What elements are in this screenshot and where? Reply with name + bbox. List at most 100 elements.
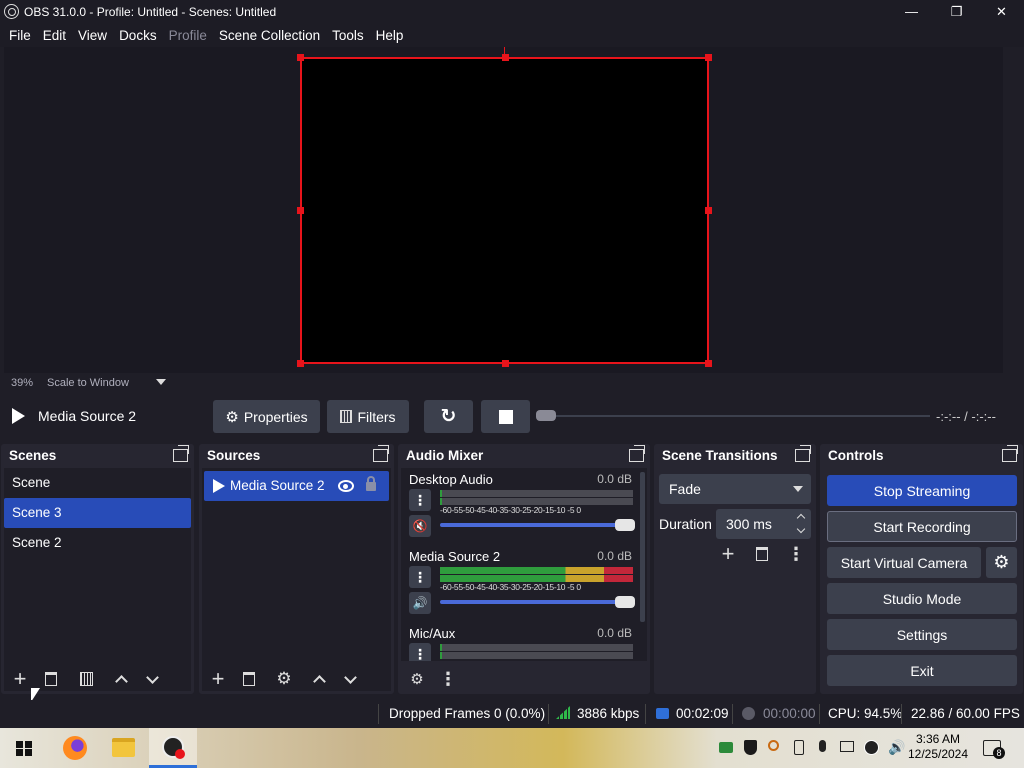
settings-button[interactable]: Settings: [827, 619, 1017, 650]
meter-scale: -60-55-50-45-40-35-30-25-20-15-10 -5 0: [440, 582, 581, 592]
remove-source-button[interactable]: [234, 666, 264, 692]
mixer-menu-button[interactable]: ⋮: [433, 666, 463, 692]
spin-down-icon[interactable]: [796, 524, 806, 534]
obs-tray-icon[interactable]: [864, 740, 879, 755]
sources-toolbar: + ⚙: [199, 664, 394, 694]
start-recording-button[interactable]: Start Recording: [827, 511, 1017, 542]
file-explorer-icon[interactable]: [112, 738, 135, 757]
properties-button[interactable]: ⚙ Properties: [213, 400, 320, 433]
exit-button[interactable]: Exit: [827, 655, 1017, 686]
fader-knob[interactable]: [615, 519, 635, 531]
menu-tools[interactable]: Tools: [326, 28, 370, 43]
studio-mode-button[interactable]: Studio Mode: [827, 583, 1017, 614]
microphone-icon[interactable]: [819, 740, 826, 752]
menu-view[interactable]: View: [72, 28, 113, 43]
media-seek-slider[interactable]: [536, 410, 930, 421]
resize-handle-top-left[interactable]: [297, 54, 304, 61]
menu-edit[interactable]: Edit: [37, 28, 72, 43]
advanced-audio-button[interactable]: ⚙: [402, 666, 432, 692]
undock-icon[interactable]: [629, 444, 645, 462]
move-source-down-button[interactable]: [335, 666, 365, 692]
start-virtual-camera-button[interactable]: Start Virtual Camera: [827, 547, 981, 578]
add-source-button[interactable]: +: [203, 666, 233, 692]
resize-handle-top-right[interactable]: [705, 54, 712, 61]
close-button[interactable]: ✕: [979, 0, 1024, 23]
stop-media-button[interactable]: [481, 400, 530, 433]
resize-handle-bottom-right[interactable]: [705, 360, 712, 367]
display-icon[interactable]: [840, 741, 854, 752]
menu-help[interactable]: Help: [370, 28, 410, 43]
resize-handle-right[interactable]: [705, 207, 712, 214]
scene-filters-button[interactable]: [71, 666, 101, 692]
channel-name: Media Source 2: [409, 549, 501, 564]
remove-transition-button[interactable]: [747, 541, 777, 567]
volume-meter: [440, 490, 633, 497]
menu-docks[interactable]: Docks: [113, 28, 163, 43]
transition-menu-button[interactable]: ⋮: [781, 541, 811, 567]
menu-scene-collection[interactable]: Scene Collection: [213, 28, 326, 43]
recording-badge-icon: [175, 749, 185, 759]
channel-menu-button[interactable]: ⋮: [409, 489, 431, 511]
scale-mode-select[interactable]: Scale to Window: [47, 377, 129, 389]
resize-handle-bottom-left[interactable]: [297, 360, 304, 367]
undock-icon[interactable]: [373, 444, 389, 462]
resize-handle-left[interactable]: [297, 207, 304, 214]
undock-icon[interactable]: [173, 444, 189, 462]
preview-canvas[interactable]: [297, 54, 712, 367]
move-scene-down-button[interactable]: [137, 666, 167, 692]
play-icon[interactable]: [12, 408, 25, 424]
restore-button[interactable]: ❐: [934, 0, 979, 23]
resize-handle-bottom[interactable]: [502, 360, 509, 367]
undock-icon[interactable]: [795, 444, 811, 462]
shield-icon[interactable]: [744, 740, 757, 755]
eye-icon[interactable]: [338, 480, 354, 492]
add-transition-button[interactable]: +: [713, 541, 743, 567]
transitions-header: Scene Transitions: [654, 444, 816, 466]
obs-taskbar-button[interactable]: [149, 728, 197, 768]
clock[interactable]: 3:36 AM 12/25/2024: [905, 732, 971, 762]
volume-fader[interactable]: [440, 596, 635, 608]
volume-fader[interactable]: [440, 519, 635, 531]
network-icon[interactable]: [719, 742, 733, 753]
channel-volume-db: 0.0 dB: [597, 626, 632, 640]
undock-icon[interactable]: [1002, 444, 1018, 462]
virtual-camera-settings-button[interactable]: ⚙: [986, 547, 1017, 578]
clock-date: 12/25/2024: [907, 747, 969, 761]
fader-knob[interactable]: [615, 596, 635, 608]
menu-profile[interactable]: Profile: [163, 28, 213, 43]
source-properties-button[interactable]: ⚙: [269, 666, 299, 692]
source-item[interactable]: Media Source 2: [204, 471, 389, 501]
speaker-icon[interactable]: 🔊: [409, 592, 431, 614]
sources-title: Sources: [207, 447, 261, 463]
restart-media-button[interactable]: ↻: [424, 400, 473, 433]
windows-start-icon[interactable]: [16, 741, 32, 756]
seek-knob[interactable]: [536, 410, 556, 421]
search-icon[interactable]: [768, 740, 779, 751]
scene-item[interactable]: Scene 3: [4, 498, 191, 528]
channel-menu-button[interactable]: ⋮: [409, 643, 431, 661]
usb-icon[interactable]: [794, 740, 804, 755]
menu-bar: File Edit View Docks Profile Scene Colle…: [0, 23, 1024, 47]
notification-center-button[interactable]: 8: [983, 740, 1005, 759]
lock-icon[interactable]: [366, 476, 376, 491]
spin-up-icon[interactable]: [796, 513, 806, 523]
channel-menu-button[interactable]: ⋮: [409, 566, 431, 588]
filters-button[interactable]: Filters: [327, 400, 409, 433]
muted-speaker-icon[interactable]: 🔇: [409, 515, 431, 537]
transition-select[interactable]: Fade: [659, 474, 811, 504]
remove-scene-button[interactable]: [36, 666, 66, 692]
volume-icon[interactable]: 🔊: [888, 739, 905, 756]
scene-item[interactable]: Scene: [4, 468, 191, 498]
stop-streaming-button[interactable]: Stop Streaming: [827, 475, 1017, 506]
move-source-up-button[interactable]: [304, 666, 334, 692]
menu-file[interactable]: File: [3, 28, 37, 43]
duration-spinbox[interactable]: 300 ms: [716, 509, 811, 539]
filter-icon: [79, 672, 93, 686]
scene-item[interactable]: Scene 2: [4, 528, 191, 558]
minimize-button[interactable]: —: [889, 0, 934, 23]
move-scene-up-button[interactable]: [106, 666, 136, 692]
firefox-icon[interactable]: [63, 736, 87, 760]
chevron-down-icon[interactable]: [156, 379, 166, 385]
mixer-scrollbar[interactable]: [640, 472, 645, 622]
rotation-handle[interactable]: [504, 47, 505, 57]
